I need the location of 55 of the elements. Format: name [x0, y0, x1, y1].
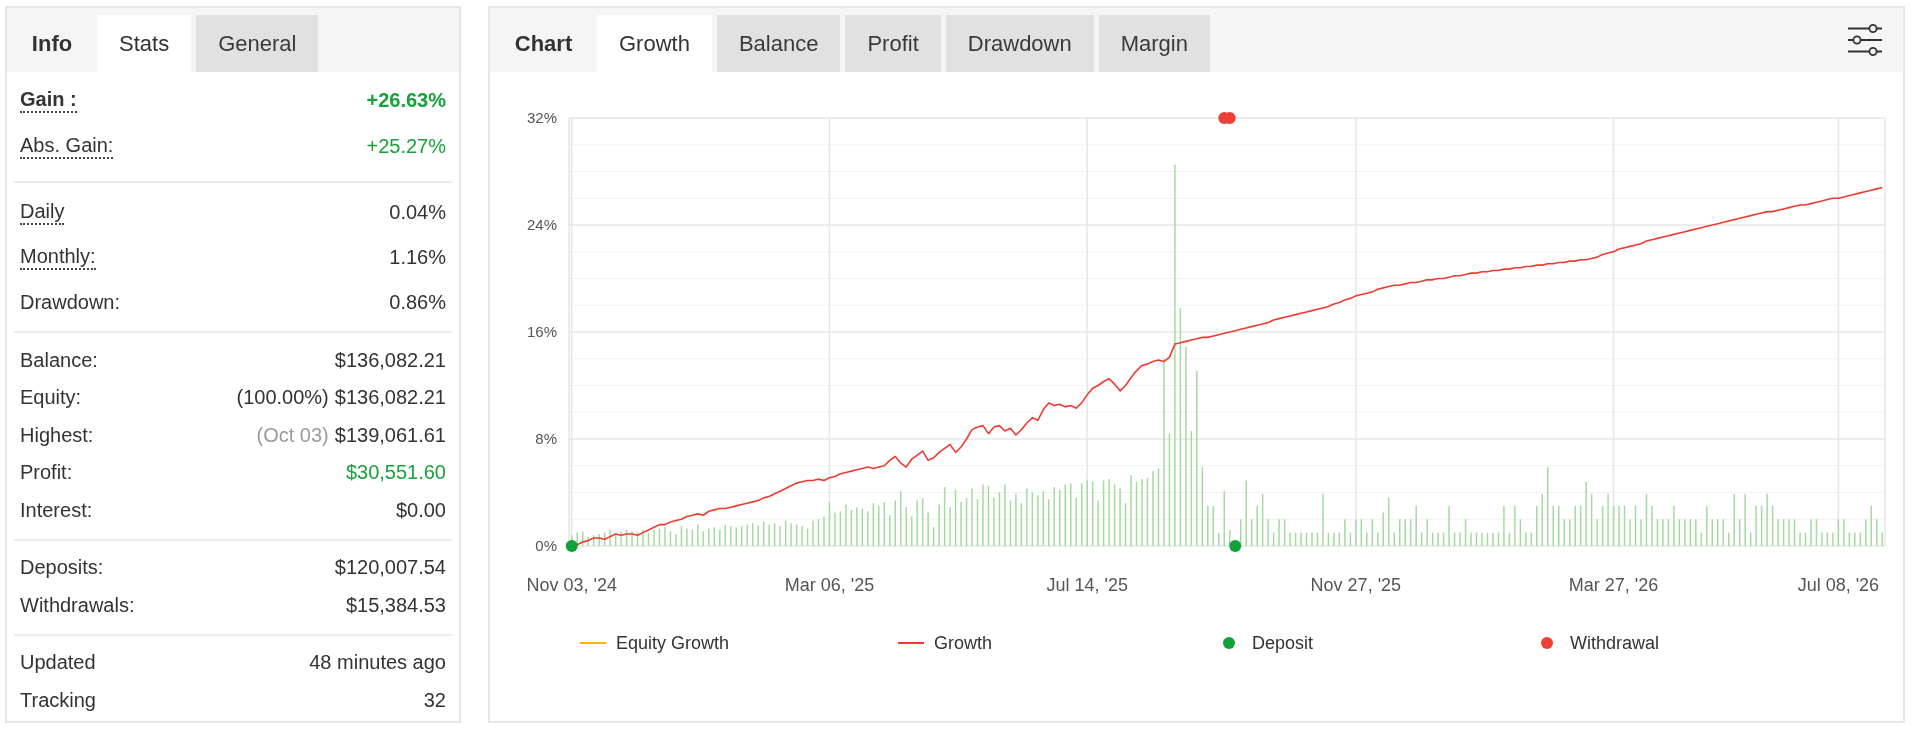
stat-value: +25.27% [366, 134, 446, 159]
stat-label: Interest: [20, 497, 93, 522]
stat-label: Tracking [20, 687, 96, 712]
tab[interactable]: Profit [845, 15, 941, 72]
tab[interactable]: Growth [597, 15, 712, 72]
stat-value: $136,082.21 [334, 347, 446, 373]
stat-value: 32 [423, 687, 446, 713]
stat-note: (Oct 03) [256, 422, 329, 448]
y-tick-label: 8% [535, 430, 557, 447]
y-tick-label: 16% [526, 323, 557, 340]
tab[interactable]: Balance [716, 15, 841, 72]
panel-title: Info [30, 30, 74, 58]
stat-value: $15,384.53 [345, 592, 446, 618]
x-tick-label: Jul 14, '25 [1046, 575, 1128, 595]
stat-label: Daily [20, 198, 65, 225]
stat-label: Equity: [20, 385, 82, 410]
stat-label: Drawdown: [20, 289, 121, 314]
y-tick-label: 0% [535, 537, 557, 554]
legend-label: Withdrawal [1570, 631, 1660, 655]
stat-label: Abs. Gain: [20, 133, 114, 159]
stat-label: Profit: [20, 460, 73, 485]
x-tick-label: Nov 27, '25 [1310, 575, 1402, 595]
stat-value: $139,061.61 [334, 422, 446, 448]
legend-label: Growth [934, 631, 993, 655]
tab[interactable]: Drawdown [945, 15, 1094, 72]
stat-value: $30,551.60 [345, 460, 446, 486]
stat-label: Monthly: [20, 243, 96, 270]
settings-icon[interactable] [1848, 24, 1882, 56]
tab[interactable]: Margin [1098, 15, 1210, 72]
stat-value: 48 minutes ago [309, 650, 446, 676]
y-tick-label: 24% [526, 216, 557, 233]
stat-label: Withdrawals: [20, 592, 135, 617]
stat-label: Gain : [20, 87, 77, 113]
stat-value: 0.04% [389, 199, 446, 225]
stat-value: 0.86% [389, 289, 446, 315]
stat-value: $136,082.21 [334, 385, 446, 411]
y-tick-label: 32% [526, 109, 557, 126]
legend-label: Equity Growth [616, 631, 730, 655]
stat-label: Balance: [20, 347, 98, 372]
panel-title: Chart [513, 30, 574, 58]
x-tick-label: Nov 03, '24 [526, 575, 617, 595]
stat-value: +26.63% [366, 88, 446, 113]
stat-label: Deposits: [20, 555, 104, 580]
stat-label: Highest: [20, 422, 94, 447]
stat-value: $120,007.54 [334, 555, 446, 581]
stat-note: (100.00%) [236, 385, 329, 411]
x-tick-label: Mar 27, '26 [1568, 575, 1659, 595]
stat-label: Updated [20, 650, 96, 675]
x-tick-label: Jul 08, '26 [1797, 575, 1880, 595]
legend-label: Deposit [1252, 631, 1314, 655]
stat-value: $0.00 [395, 497, 446, 523]
tab[interactable]: Stats [97, 15, 192, 72]
tab[interactable]: General [196, 15, 319, 72]
x-tick-label: Mar 06, '25 [784, 575, 875, 595]
stat-value: 1.16% [389, 244, 446, 270]
